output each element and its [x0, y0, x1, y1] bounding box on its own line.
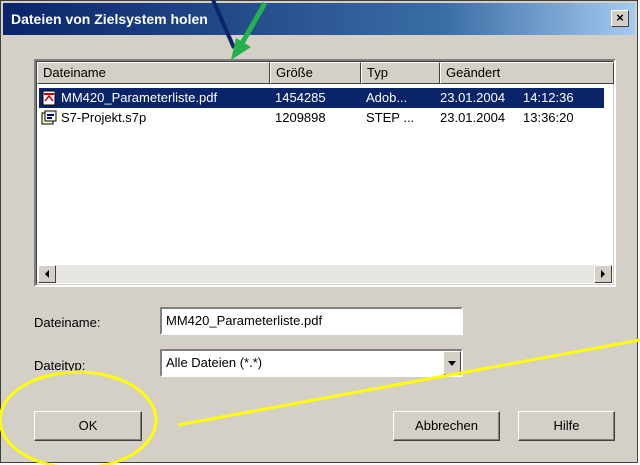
list-item-name: MM420_Parameterliste.pdf	[61, 90, 218, 105]
horizontal-scrollbar[interactable]	[38, 265, 612, 283]
list-item-date: 23.01.2004	[440, 110, 506, 125]
list-item[interactable]: S7-Projekt.s7p 1209898 STEP ... 23.01.20…	[39, 108, 604, 128]
filetype-label: Dateityp:	[34, 358, 86, 373]
cancel-button[interactable]: Abbrechen	[393, 411, 500, 441]
filename-input[interactable]: MM420_Parameterliste.pdf	[160, 307, 463, 335]
list-item-size: 1454285	[275, 90, 326, 105]
close-button[interactable]: ×	[611, 10, 629, 27]
ok-button[interactable]: OK	[34, 411, 142, 441]
list-item-time: 14:12:36	[523, 90, 574, 105]
arrow-left-icon	[45, 270, 49, 278]
pdf-file-icon	[42, 90, 56, 106]
list-item-type: STEP ...	[366, 110, 415, 125]
filetype-select[interactable]: Alle Dateien (*.*)	[160, 349, 463, 377]
file-dialog: Dateien von Zielsystem holen × Dateiname…	[0, 0, 638, 463]
chevron-down-icon	[448, 361, 456, 366]
filetype-dropdown-button[interactable]	[443, 351, 461, 375]
filetype-value: Alle Dateien (*.*)	[166, 355, 263, 370]
column-header-size[interactable]: Größe	[270, 62, 361, 84]
title-bar[interactable]: Dateien von Zielsystem holen ×	[3, 3, 635, 35]
window-title: Dateien von Zielsystem holen	[11, 11, 208, 27]
scroll-left-button[interactable]	[38, 265, 56, 283]
column-header-name[interactable]: Dateiname	[37, 62, 270, 84]
list-item-type: Adob...	[366, 90, 408, 105]
s7-project-file-icon	[41, 110, 57, 125]
list-item-time: 13:36:20	[523, 110, 574, 125]
column-header-type[interactable]: Typ	[361, 62, 440, 84]
arrow-right-icon	[601, 270, 605, 278]
list-item-name: S7-Projekt.s7p	[61, 110, 147, 125]
help-button[interactable]: Hilfe	[518, 411, 615, 441]
column-header-modified[interactable]: Geändert	[440, 62, 614, 84]
list-header: Dateiname Größe Typ Geändert	[37, 62, 614, 84]
list-item[interactable]: MM420_Parameterliste.pdf 1454285 Adob...…	[39, 88, 604, 108]
list-item-date: 23.01.2004	[440, 90, 506, 105]
file-list[interactable]: Dateiname Größe Typ Geändert MM420_Param…	[34, 59, 616, 287]
scroll-right-button[interactable]	[594, 265, 612, 283]
filename-label: Dateiname:	[34, 315, 101, 330]
list-item-size: 1209898	[275, 110, 326, 125]
